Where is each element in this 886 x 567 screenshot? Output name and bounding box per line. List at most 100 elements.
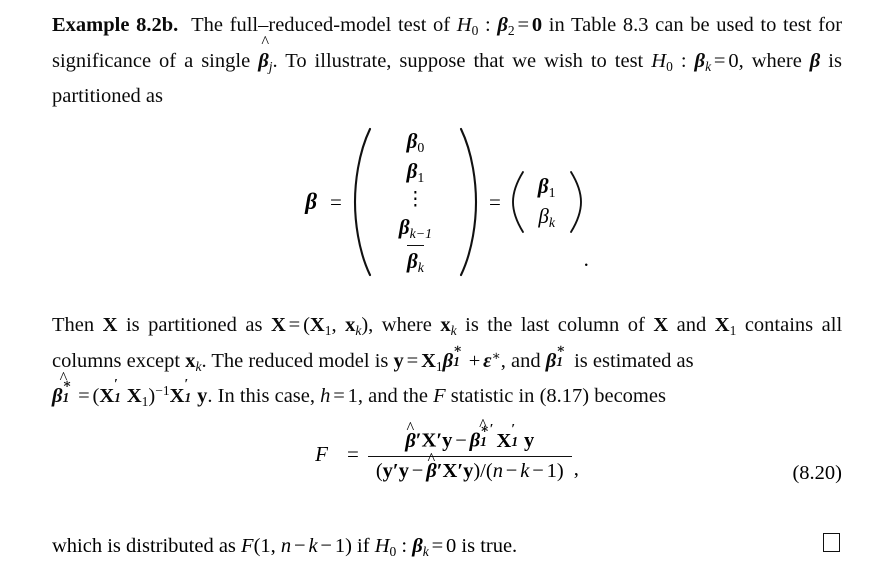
math-y-6: y [463,460,474,482]
math-h0-a: H0 [456,14,479,38]
zero-plain: 0 [728,49,739,72]
math-epsilon-star: ε∗ [483,347,501,372]
last-if: if [357,535,370,557]
period-1: . [201,349,207,372]
math-X-1: X [102,314,118,336]
f-denominator: (y′y − ^ β′X′y)/(n − k −1) [368,448,572,483]
minus-2: − [411,460,424,482]
f-fraction: ^ β′X′y − ^ β ∗′ 1 X ′ 1 y (y′y − ^ β′X′y)/(n − k −1) [367,414,572,483]
math-xk-1: xk [345,314,362,338]
paren-open-3: ( [375,460,383,482]
equals-1: = [517,14,530,36]
h-value: 1 [347,385,358,407]
p2-statistic-in: statistic in [450,385,535,407]
math-beta-hat-j: ^ βj [258,32,273,74]
display-f-statistic: F = ^ β′X′y − ^ β ∗′ 1 X ′ 1 y (y′y − ^ β′X′y)/(n − k −1… [52,414,842,484]
comma-2: , [270,535,276,557]
example-label: Example 8.2b. [52,14,179,36]
beta-period: . [583,247,589,271]
math-one-3: 1 [334,535,346,557]
math-X-prime-2: X′ [442,460,464,482]
last-text-2: is true. [461,535,518,557]
equals-5: = [78,385,90,407]
math-X-3: X [653,314,669,336]
f-numerator: ^ β′X′y − ^ β ∗′ 1 X ′ 1 y [397,414,542,456]
beta-entry-0: β0 [406,128,425,155]
paren-open-4: ( [485,460,493,482]
math-beta1-star-2: β ∗ 1 [545,340,566,372]
math-beta1-hat-star: ^ β ∗ 1 [52,367,72,407]
beta-rhs-entry-k: βk [538,204,556,230]
plus-1: + [468,349,481,372]
math-k-2: k [308,535,318,557]
math-k-1: k [520,460,530,482]
paren-close-5: ) [345,535,352,557]
equation-number: (8.20) [792,462,842,484]
paren-close-4: ) [556,460,564,482]
display-beta-partition: β = β0 β1 ⋮ βk−1 βk = β1 βk . [52,126,842,278]
p2-text-6: . In this case, [207,385,316,407]
beta-lhs-symbol: β [305,189,317,214]
beta-rhs-entry-1: β1 [537,174,556,201]
left-paren-small-icon [511,171,524,233]
p2-and-1: and [676,314,707,336]
p2-and-the: , and the [357,385,428,407]
equals-2: = [713,49,726,72]
math-beta-k: βk [694,49,712,74]
p2-and-2: , and [500,349,541,372]
eq-ref-817: (8.17) [539,385,590,407]
paragraph-example-intro: Example 8.2b. The full–reduced-model tes… [52,8,842,115]
math-X1: X1 [309,314,332,338]
f-formula: F = ^ β′X′y − ^ β ∗′ 1 X ′ 1 y (y′y − ^ β′X′y)/(n − k −1… [52,414,842,483]
math-X1-b: X1 [714,314,737,338]
en-dash: – [258,14,269,36]
beta-equals-2: = [489,189,501,214]
math-y-4: y [524,429,535,452]
p2-where: , where [368,314,432,336]
math-X-prime-1: X′ [421,429,443,452]
math-xk-3: xk [185,349,202,374]
colon-1: : [485,14,491,36]
equals-4: = [406,349,419,372]
math-n-1: n [492,460,503,482]
p2-text-2: is the last column of [465,314,645,336]
beta-entry-k: βk [406,245,424,277]
document-page: Example 8.2b. The full–reduced-model tes… [0,0,886,567]
minus-4: − [532,460,544,482]
p2-becomes: becomes [594,385,666,407]
math-X1-prime-3: X ′ 1 [496,420,519,452]
left-paren-icon [353,127,371,277]
math-y-5: y [398,460,409,482]
p2-text-5: is estimated as [574,349,694,372]
math-beta-hat-prime-2: ^ β [426,448,437,482]
colon-3: : [401,535,408,557]
paren-open-1: ( [303,314,310,336]
paren-close-2: )−1 [148,382,170,407]
math-beta1-star-1: β ∗ 1 [442,340,463,372]
math-X1-d: X1 [126,385,149,409]
math-y-3: y [442,429,453,452]
minus-3: − [505,460,518,482]
math-one-2: 1 [260,535,271,557]
math-beta1-hat-star-prime: ^ β ∗′ 1 [469,414,494,452]
equals-7: = [431,535,444,557]
paragraph-conclusion: which is distributed as F(1, n − k −1) if H… [52,530,842,562]
math-h: h [320,385,331,407]
beta-column-vector: β0 β1 ⋮ βk−1 βk [351,126,480,278]
p1-text-1: The full [178,14,259,36]
minus-1: − [455,429,467,452]
equals-6: = [333,385,345,407]
math-xk-2: xk [440,314,457,338]
math-beta-2: β2 [497,14,515,38]
f-trailing-comma: , [573,458,579,480]
qed-box-icon [823,533,840,552]
math-X1-prime-1: X ′ 1 [99,376,121,407]
math-y-1: y [393,349,404,372]
p1-text-2: reduced-model test of [268,14,457,36]
math-y-prime: y′ [382,460,399,482]
colon-2: : [680,49,687,72]
beta-entry-vdots: ⋮ [405,188,425,210]
p1-text-4: . To illustrate, suppose that we wish to… [272,49,652,72]
last-text-1: which is distributed as [52,535,236,557]
equals-3: = [288,314,301,336]
